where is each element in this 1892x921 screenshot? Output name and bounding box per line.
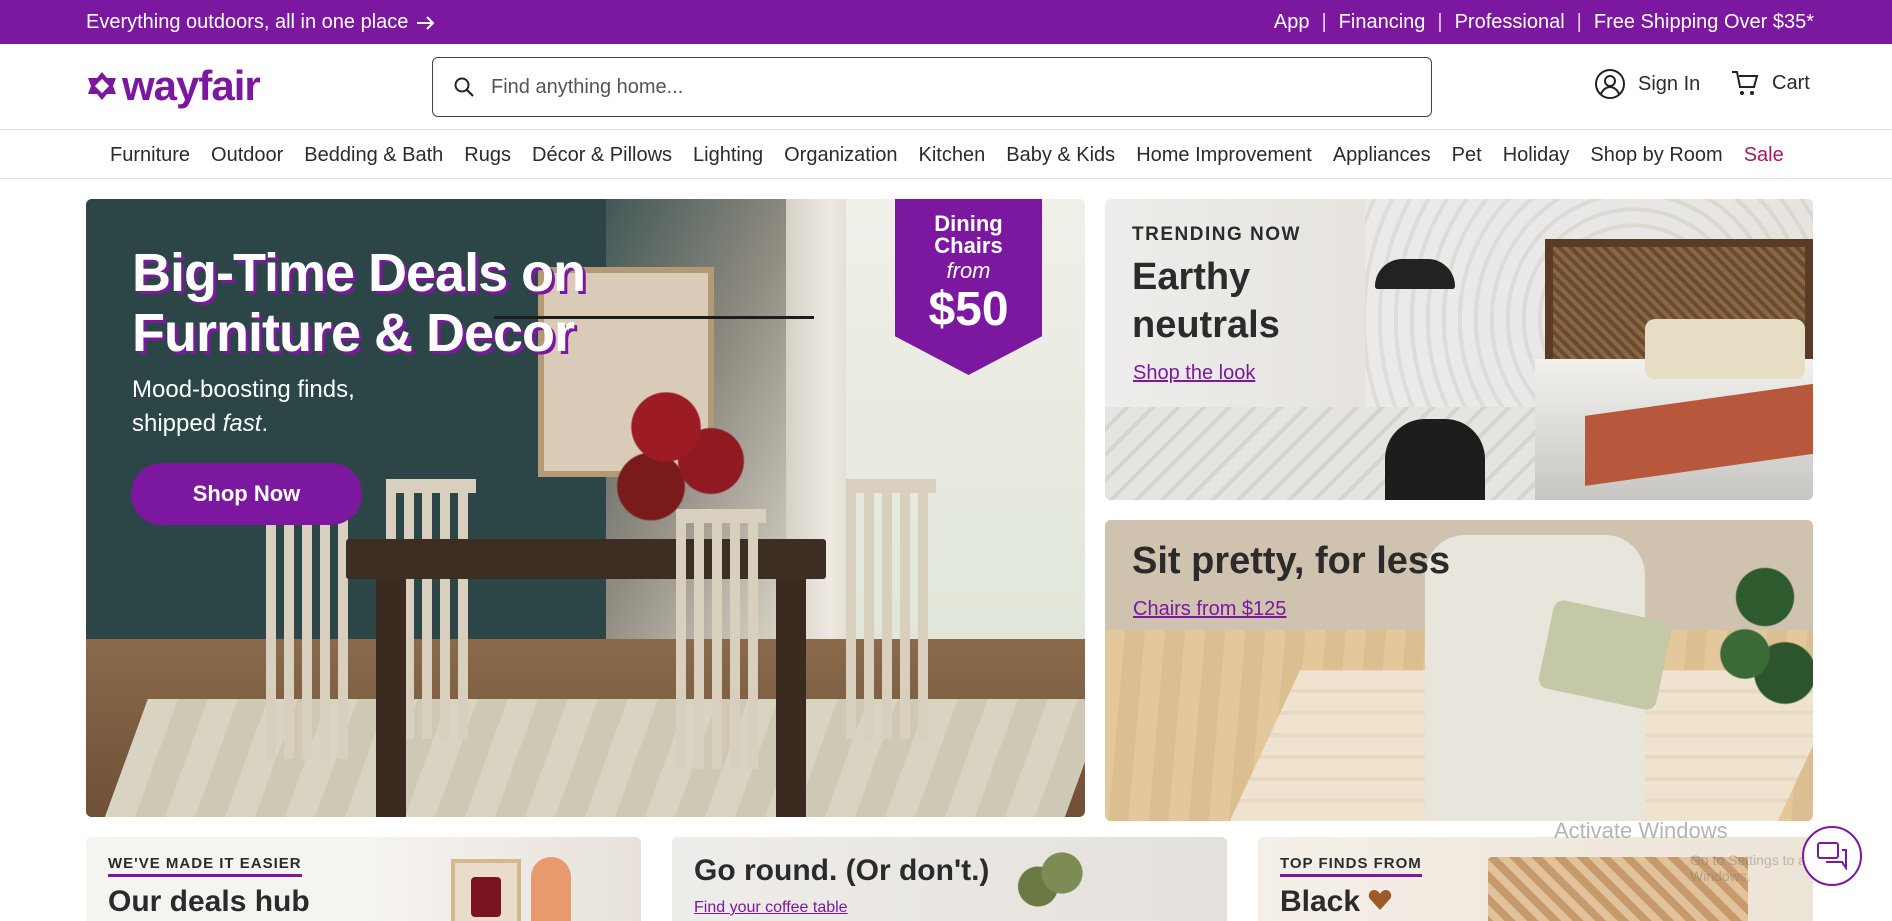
nav-item-decor-pillows[interactable]: Décor & Pillows [532,144,672,167]
search-input[interactable] [491,75,1391,99]
trending-image-pillow [1645,319,1805,379]
nav-item-lighting[interactable]: Lighting [693,144,763,167]
sign-in-button[interactable]: Sign In [1594,68,1700,100]
nav-item-kitchen[interactable]: Kitchen [919,144,986,167]
nav-item-outdoor[interactable]: Outdoor [211,144,283,167]
trending-image-lamp [1375,259,1455,289]
nav-item-sale[interactable]: Sale [1744,144,1784,167]
cart-icon [1732,71,1759,95]
badge-price: $50 [928,283,1009,336]
trending-eyebrow: TRENDING NOW [1132,224,1301,245]
nav-item-rugs[interactable]: Rugs [464,144,511,167]
coffee-table-card[interactable]: Go round. (Or don't.) Find your coffee t… [672,837,1227,921]
hero-image-flowers [606,359,756,529]
divider: | [1321,11,1327,33]
badge-line1: Dining [934,211,1003,236]
hero-subtitle-emphasis: fast [222,410,262,437]
promo-bar: Everything outdoors, all in one place Ap… [0,0,1892,44]
account-icon [1595,69,1625,99]
divider: | [1576,11,1582,33]
nav-item-baby-kids[interactable]: Baby & Kids [1006,144,1115,167]
nav-item-bedding-bath[interactable]: Bedding & Bath [304,144,443,167]
deals-hub-image-lamp [531,857,571,921]
deals-hub-title: Our deals hub [108,885,310,918]
hero-image-rug [104,699,1085,817]
hero-title: Big-Time Deals on Furniture & Decor [132,243,586,363]
hero-image-chair [676,509,766,769]
sit-pretty-title: Sit pretty, for less [1132,540,1451,582]
shop-now-button[interactable]: Shop Now [131,463,362,525]
deals-hub-card[interactable]: WE'VE MADE IT EASIER Our deals hub [86,837,641,921]
coffee-table-link[interactable]: Find your coffee table [694,899,848,917]
promo-link-free-shipping[interactable]: Free Shipping Over $35* [1594,11,1814,34]
cart-button[interactable]: Cart [1730,68,1810,98]
nav-item-appliances[interactable]: Appliances [1333,144,1431,167]
badge-line2: Chairs [934,233,1003,258]
badge-line3: from [946,258,991,283]
hero-banner[interactable]: Big-Time Deals on Furniture & Decor Mood… [86,199,1085,817]
nav-item-furniture[interactable]: Furniture [110,144,190,167]
sit-pretty-card[interactable]: Sit pretty, for less Chairs from $125 [1105,520,1813,821]
promo-text: Everything outdoors, all in one place [86,11,409,33]
chat-button[interactable] [1802,826,1862,886]
sit-pretty-image-plant [1715,540,1813,730]
hero-image-table-leg [776,579,806,817]
activate-windows-title: Activate Windows [1554,818,1728,843]
hero-title-line1: Big-Time Deals on [132,243,586,303]
category-nav: Furniture Outdoor Bedding & Bath Rugs Dé… [0,131,1892,179]
divider: | [1437,11,1443,33]
promo-link[interactable]: Everything outdoors, all in one place [86,11,436,34]
coffee-table-image-plant [1002,837,1122,921]
deals-hub-image-frame [451,859,521,921]
trending-title-line1: Earthy [1132,256,1251,298]
site-header: wayfair Sign In Cart [0,44,1892,130]
coffee-table-title: Go round. (Or don't.) [694,854,990,887]
hero-subtitle: Mood-boosting finds, shipped fast. [132,373,355,441]
promo-link-financing[interactable]: Financing [1339,11,1426,34]
top-finds-title: Black [1280,885,1392,919]
promo-link-app[interactable]: App [1274,11,1310,34]
search-bar[interactable] [432,57,1432,117]
trending-image-side-table [1385,419,1485,500]
hero-title-line2: Furniture & Decor [132,303,575,363]
cart-label: Cart [1772,71,1810,94]
trending-card[interactable]: TRENDING NOW Earthy neutrals Shop the lo… [1105,199,1813,500]
top-finds-title-text: Black [1280,885,1361,918]
hero-subtitle-line2-post: . [261,410,269,437]
hero-image-chair [846,479,936,739]
search-icon [454,77,474,97]
deals-hub-eyebrow: WE'VE MADE IT EASIER [108,855,302,877]
logo-text: wayfair [122,62,261,109]
hero-subtitle-line2-pre: shipped [132,410,223,437]
hero-image-chair [266,499,356,759]
trending-title-line2: neutrals [1132,304,1280,346]
wayfair-logo-icon [88,72,116,100]
sign-in-label: Sign In [1638,72,1701,95]
deals-hub-image-art [471,877,501,917]
nav-item-shop-by-room[interactable]: Shop by Room [1590,144,1722,167]
nav-item-home-improvement[interactable]: Home Improvement [1136,144,1312,167]
chairs-link[interactable]: Chairs from $125 [1133,598,1286,621]
trending-title: Earthy neutrals [1132,253,1332,349]
nav-item-pet[interactable]: Pet [1452,144,1482,167]
wayfair-logo[interactable]: wayfair [86,62,261,110]
top-finds-eyebrow: TOP FINDS FROM [1280,855,1422,877]
hero-subtitle-line1: Mood-boosting finds, [132,376,355,403]
nav-item-organization[interactable]: Organization [784,144,897,167]
shop-the-look-link[interactable]: Shop the look [1133,362,1255,385]
arrow-right-icon [417,15,435,30]
promo-link-professional[interactable]: Professional [1455,11,1565,34]
hero-image-table-leg [376,579,406,817]
promo-links: App | Financing | Professional | Free Sh… [1274,11,1814,34]
heart-icon [1369,890,1392,910]
chat-icon [1817,842,1847,870]
nav-item-holiday[interactable]: Holiday [1503,144,1570,167]
